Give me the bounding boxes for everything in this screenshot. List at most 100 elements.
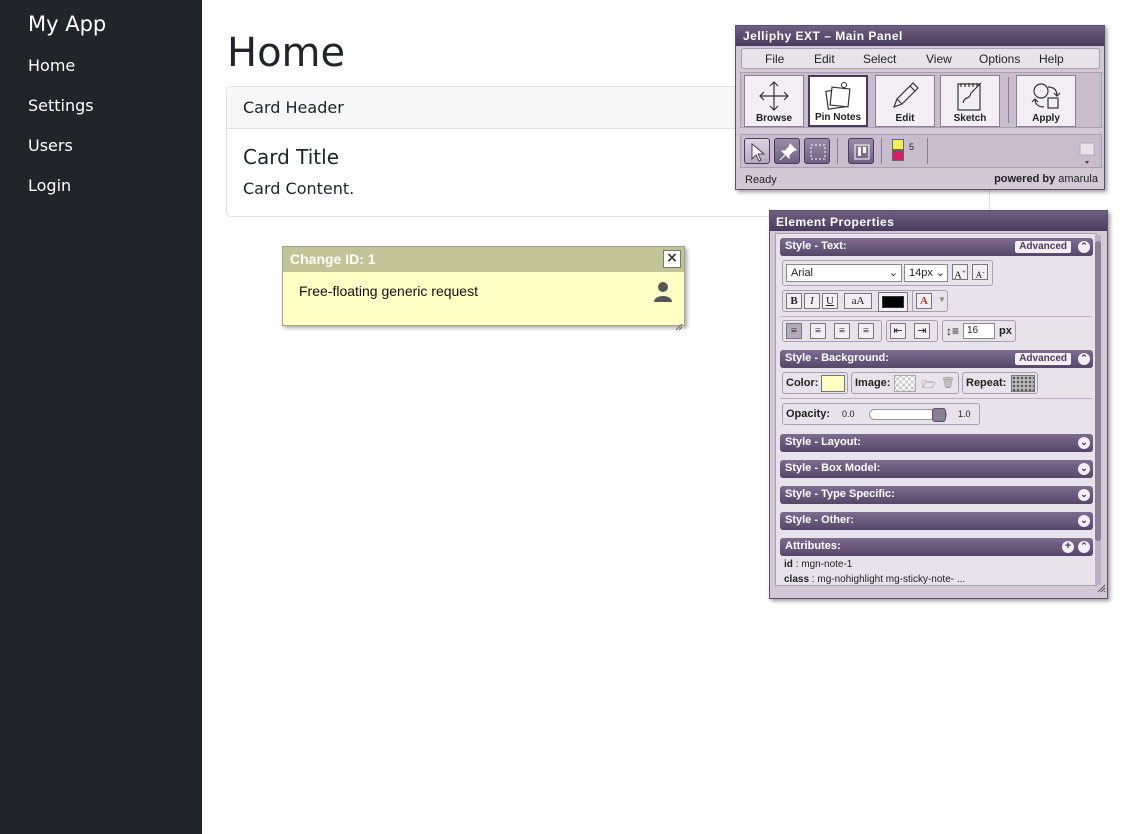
- italic-icon[interactable]: I: [804, 293, 820, 309]
- indent-icon[interactable]: ⇥: [914, 323, 930, 339]
- bg-image-preview[interactable]: [894, 375, 916, 392]
- text-color-menu: A ▼: [912, 290, 948, 312]
- close-icon[interactable]: ×: [663, 250, 681, 268]
- expand-icon[interactable]: ⌄: [1078, 489, 1090, 501]
- bg-repeat-icon[interactable]: [1011, 375, 1035, 392]
- select-pointer-icon[interactable]: [744, 138, 770, 164]
- section-attributes[interactable]: Attributes: + ⌃: [780, 538, 1093, 556]
- user-icon[interactable]: [654, 281, 672, 307]
- edit-tool-button[interactable]: Edit: [875, 75, 935, 127]
- collapse-icon[interactable]: ⌃: [1078, 241, 1090, 253]
- menu-select[interactable]: Select: [863, 52, 896, 66]
- case-icon[interactable]: aA: [844, 293, 872, 309]
- menu-options[interactable]: Options: [979, 52, 1020, 66]
- pencil-icon: [892, 82, 919, 109]
- jelliphy-panel-title[interactable]: Jelliphy EXT – Main Panel: [736, 26, 1104, 46]
- menu-edit[interactable]: Edit: [814, 52, 835, 66]
- sketch-label: Sketch: [953, 113, 987, 124]
- align-justify-icon[interactable]: ≡: [858, 323, 874, 339]
- opacity-max: 1.0: [958, 409, 971, 419]
- element-properties-title[interactable]: Element Properties: [770, 211, 1107, 231]
- text-color-picker[interactable]: [878, 292, 908, 312]
- advanced-text-button[interactable]: Advanced: [1015, 241, 1071, 253]
- attribute-row[interactable]: class : mg-nohighlight mg-sticky-note- .…: [784, 574, 965, 585]
- expand-icon[interactable]: ⌄: [1078, 515, 1090, 527]
- mode-divider: [837, 138, 838, 164]
- color-swatch-icon[interactable]: [892, 139, 904, 163]
- section-style-background[interactable]: Style - Background: Advanced ⌃: [780, 350, 1093, 368]
- line-height-unit: px: [999, 325, 1012, 337]
- attribute-row[interactable]: id : mgn-note-1: [784, 559, 852, 570]
- section-style-box-model[interactable]: Style - Box Model: ⌄: [780, 460, 1093, 478]
- pin-notes-tool-button[interactable]: Pin Notes: [808, 75, 868, 127]
- card-title: Card Title: [243, 145, 340, 169]
- pin-notes-label: Pin Notes: [814, 112, 862, 123]
- sidebar-item-login[interactable]: Login: [28, 176, 71, 195]
- sticky-note-text[interactable]: Free-floating generic request: [299, 283, 478, 299]
- advanced-background-button[interactable]: Advanced: [1015, 353, 1071, 365]
- bg-repeat-group: Repeat:: [962, 372, 1038, 394]
- add-attribute-icon[interactable]: +: [1062, 541, 1074, 553]
- opacity-group: Opacity: 0.0 1.0: [782, 403, 980, 425]
- outdent-icon[interactable]: ⇤: [890, 323, 906, 339]
- align-right-icon[interactable]: ≡: [834, 323, 850, 339]
- line-height-input[interactable]: 16: [963, 323, 995, 339]
- bold-icon[interactable]: B: [786, 293, 802, 309]
- sidebar-item-home[interactable]: Home: [28, 56, 75, 75]
- card-content: Card Content.: [243, 179, 355, 198]
- opacity-slider[interactable]: [869, 408, 947, 422]
- pin-icon[interactable]: [774, 138, 800, 164]
- apply-tool-button[interactable]: Apply: [1016, 75, 1076, 127]
- decrease-font-icon[interactable]: A-: [972, 264, 988, 280]
- panel-options-icon[interactable]: [1077, 139, 1097, 169]
- trash-icon[interactable]: 🗑: [941, 376, 955, 389]
- app-brand[interactable]: My App: [28, 12, 106, 36]
- section-style-type-specific[interactable]: Style - Type Specific: ⌄: [780, 486, 1093, 504]
- underline-icon[interactable]: U: [822, 293, 838, 309]
- section-style-other[interactable]: Style - Other: ⌄: [780, 512, 1093, 530]
- collapse-icon[interactable]: ⌃: [1078, 541, 1090, 553]
- element-properties-body: Style - Text: Advanced ⌃ Arial ⌄ 14px ⌄ A+…: [775, 233, 1097, 586]
- section-style-layout[interactable]: Style - Layout: ⌄: [780, 434, 1093, 452]
- chevron-down-icon[interactable]: ▼: [934, 293, 950, 309]
- browse-icon: [759, 81, 789, 111]
- bg-color-label: Color:: [786, 377, 819, 389]
- layout-columns-icon[interactable]: [848, 138, 874, 164]
- menu-help[interactable]: Help: [1039, 52, 1064, 66]
- sketch-tool-button[interactable]: Sketch: [940, 75, 1000, 127]
- sidebar-item-users[interactable]: Users: [28, 136, 73, 155]
- menu-view[interactable]: View: [926, 52, 952, 66]
- expand-icon[interactable]: ⌄: [1078, 437, 1090, 449]
- increase-font-icon[interactable]: A+: [952, 264, 968, 282]
- indent-group: ⇤ ⇥: [886, 320, 938, 342]
- folder-open-icon[interactable]: 🗁: [922, 376, 936, 395]
- scrollbar-thumb[interactable]: [1095, 241, 1101, 541]
- font-color-icon[interactable]: A: [916, 293, 932, 309]
- marquee-select-icon[interactable]: [804, 138, 830, 164]
- align-center-icon[interactable]: ≡: [810, 323, 826, 339]
- font-family-select[interactable]: Arial ⌄: [786, 264, 902, 282]
- resize-handle-icon[interactable]: [1097, 578, 1106, 597]
- apply-label: Apply: [1032, 113, 1060, 124]
- sticky-note-header[interactable]: Change ID: 1: [283, 247, 684, 272]
- bg-color-swatch[interactable]: [821, 375, 845, 392]
- expand-icon[interactable]: ⌄: [1078, 463, 1090, 475]
- align-left-icon[interactable]: ≡: [786, 323, 802, 339]
- sticky-note[interactable]: Change ID: 1 × Free-floating generic req…: [282, 246, 685, 331]
- menu-file[interactable]: File: [765, 52, 784, 66]
- opacity-min: 0.0: [842, 409, 855, 419]
- browse-tool-button[interactable]: Browse: [744, 75, 804, 127]
- line-height-group: ↕≡ 16 px: [942, 320, 1016, 342]
- section-style-text[interactable]: Style - Text: Advanced ⌃: [780, 238, 1093, 256]
- bg-repeat-label: Repeat:: [966, 377, 1007, 389]
- collapse-icon[interactable]: ⌃: [1078, 353, 1090, 365]
- jelliphy-mode-bar: 5: [740, 134, 1102, 168]
- status-text: Ready: [745, 174, 777, 186]
- font-size-select[interactable]: 14px ⌄: [904, 264, 948, 282]
- bg-image-label: Image:: [855, 377, 891, 389]
- resize-handle-icon[interactable]: [675, 316, 683, 331]
- opacity-slider-handle[interactable]: [932, 408, 946, 422]
- opacity-label: Opacity:: [786, 408, 831, 420]
- sidebar-item-settings[interactable]: Settings: [28, 96, 94, 115]
- jelliphy-menubar: File Edit Select View Options Help: [741, 48, 1100, 69]
